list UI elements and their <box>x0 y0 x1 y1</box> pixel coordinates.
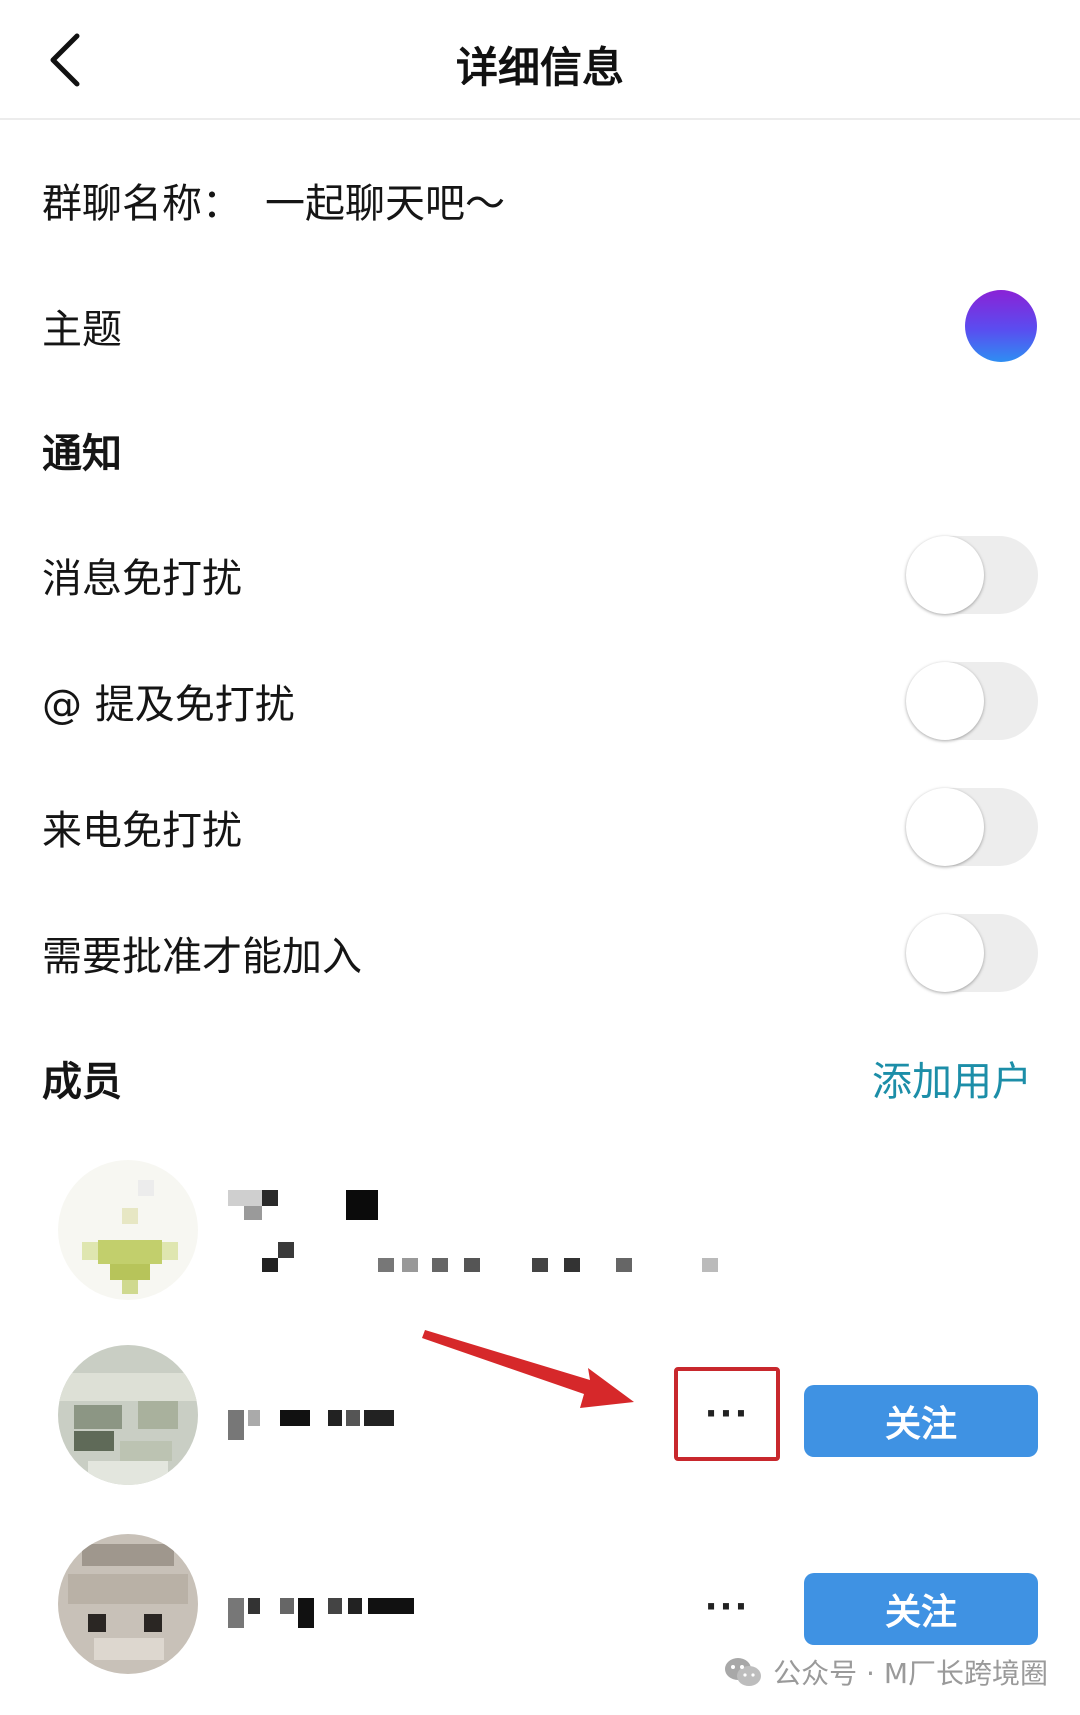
member-name-redacted <box>228 1598 438 1628</box>
require-approval-toggle[interactable] <box>906 914 1038 992</box>
annotation-arrow-icon <box>422 1330 634 1408</box>
more-options-button[interactable]: ··· <box>672 1560 782 1654</box>
theme-label: 主题 <box>42 307 122 353</box>
toggle-knob <box>906 788 984 866</box>
toggle-knob <box>906 914 984 992</box>
page-title: 详细信息 <box>455 43 624 92</box>
toggle-knob <box>906 662 984 740</box>
top-bar: 详细信息 <box>0 0 1080 120</box>
group-name-value: 一起聊天吧～ <box>265 181 505 227</box>
toggle-label: 消息免打扰 <box>42 556 242 602</box>
toggle-row-mute-calls: 来电免打扰 <box>0 788 1080 866</box>
toggle-row-mute-mentions: @ 提及免打扰 <box>0 662 1080 740</box>
wechat-icon <box>725 1658 762 1686</box>
toggle-row-require-approval: 需要批准才能加入 <box>0 914 1080 992</box>
toggle-row-mute-messages: 消息免打扰 <box>0 536 1080 614</box>
group-name-row[interactable]: 群聊名称： 一起聊天吧～ <box>0 170 1080 230</box>
avatar <box>58 1160 198 1300</box>
notifications-header: 通知 <box>42 431 122 477</box>
toggle-label: 来电免打扰 <box>42 808 242 854</box>
avatar <box>58 1534 198 1674</box>
notifications-section: 通知 <box>0 420 1080 480</box>
toggle-label: 需要批准才能加入 <box>42 934 362 980</box>
follow-button[interactable]: 关注 <box>804 1385 1038 1457</box>
follow-button[interactable]: 关注 <box>804 1573 1038 1645</box>
mute-messages-toggle[interactable] <box>906 536 1038 614</box>
toggle-knob <box>906 536 984 614</box>
member-name-redacted <box>228 1410 408 1440</box>
mute-mentions-toggle[interactable] <box>906 662 1038 740</box>
member-subtitle-redacted <box>228 1242 728 1272</box>
members-header-row: 成员 添加用户 <box>0 1048 1080 1108</box>
theme-row[interactable]: 主题 <box>0 290 1080 362</box>
avatar <box>58 1345 198 1485</box>
mute-calls-toggle[interactable] <box>906 788 1038 866</box>
annotation-highlight-box <box>674 1367 780 1461</box>
watermark: 公众号 · M厂长跨境圈 <box>723 1652 1048 1692</box>
toggle-label: @ 提及免打扰 <box>42 682 295 728</box>
member-name-redacted <box>228 1190 388 1220</box>
watermark-text: 公众号 · M厂长跨境圈 <box>773 1657 1048 1690</box>
members-header: 成员 <box>42 1059 122 1105</box>
theme-color-swatch[interactable] <box>965 290 1037 362</box>
group-name-label: 群聊名称： <box>42 181 242 227</box>
add-user-link[interactable]: 添加用户 <box>872 1049 1032 1107</box>
